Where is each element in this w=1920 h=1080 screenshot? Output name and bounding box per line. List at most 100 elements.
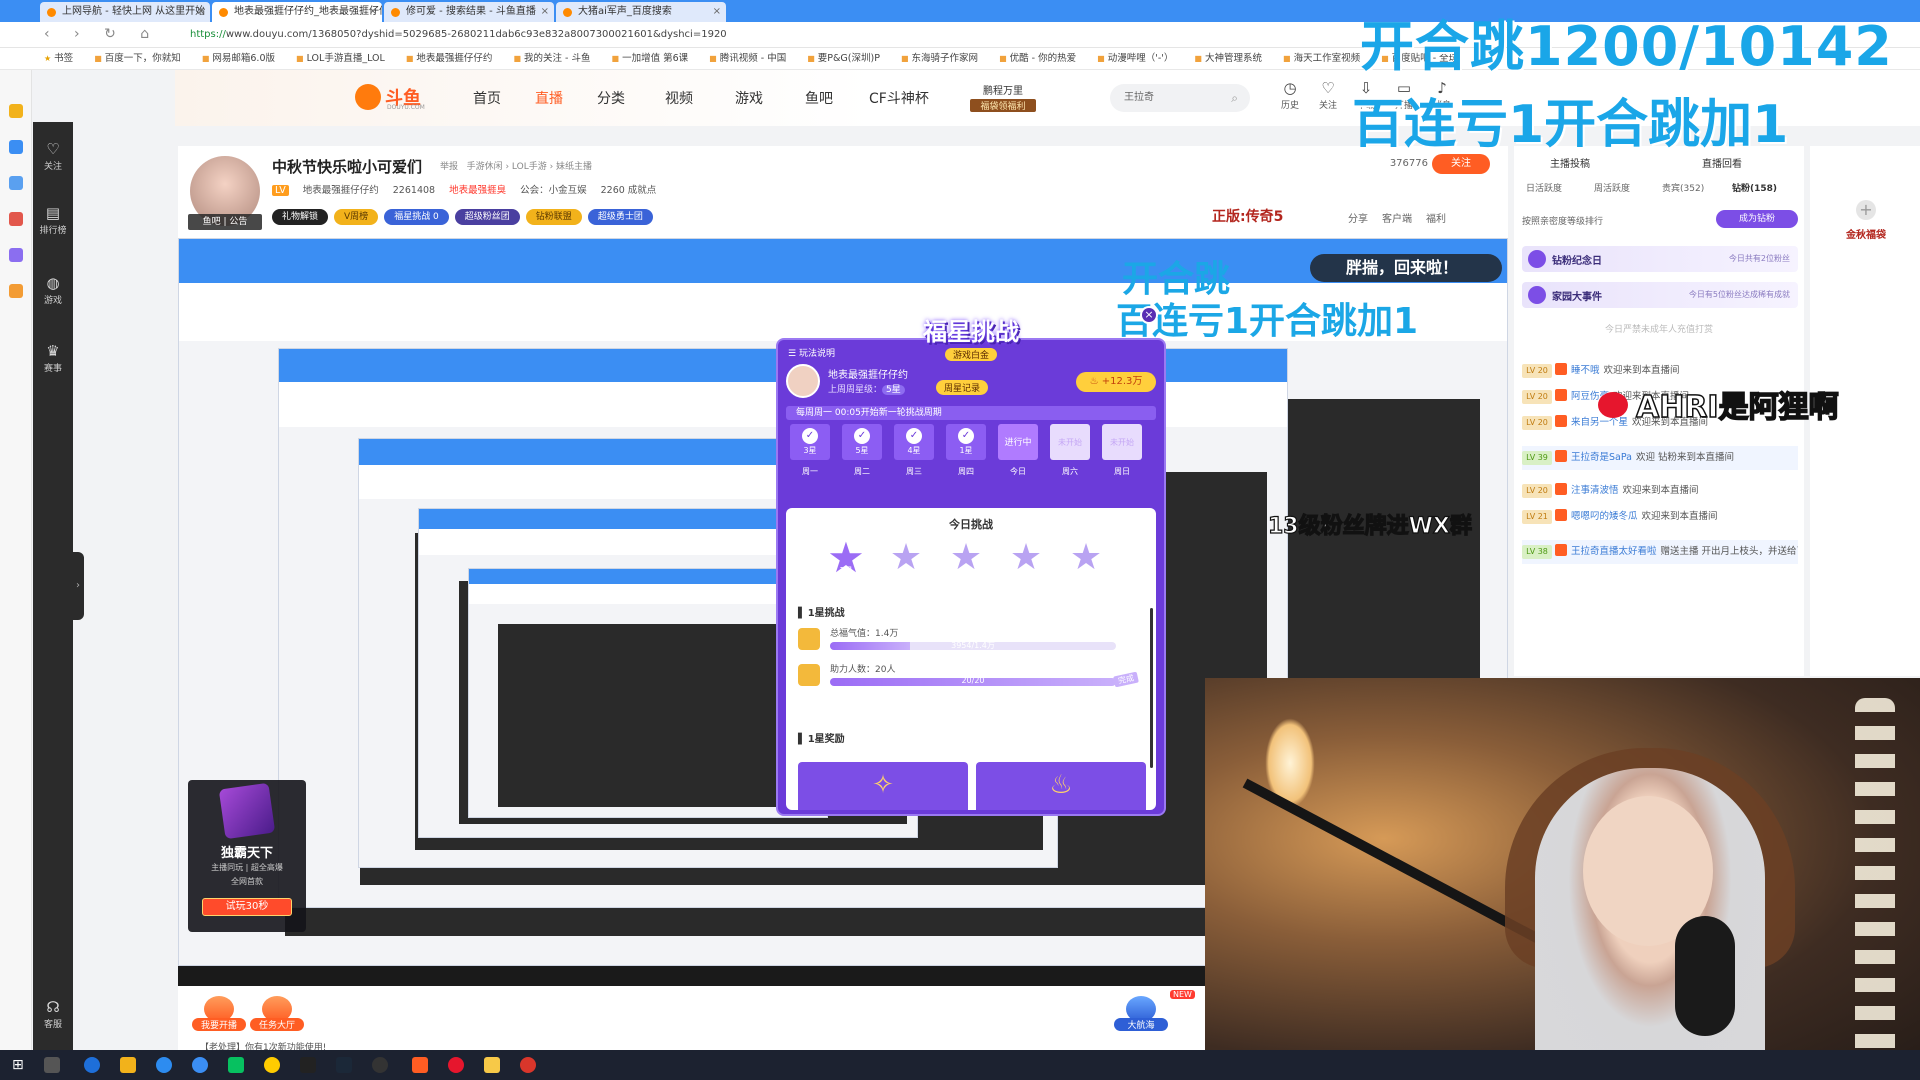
sidebar-item-follow[interactable]: ♡ 关注 [33, 140, 73, 172]
bookmark-item[interactable]: 一加增值 第6课 [612, 48, 688, 69]
nav-cf[interactable]: CF斗神杯 [869, 88, 929, 108]
browser-tab[interactable]: 大猪ai军声_百度搜索 × [556, 2, 726, 22]
share-button[interactable]: 分享 [1348, 214, 1368, 225]
obs-icon[interactable] [372, 1057, 388, 1073]
super-fans-pill[interactable]: 超级粉丝团 [454, 209, 520, 225]
app-icon[interactable] [484, 1057, 500, 1073]
owner-name[interactable]: 地表最强捱仔仔约 [303, 185, 379, 196]
douyu-logo[interactable]: 斗鱼 DOUYU.COM [355, 82, 425, 112]
app-icon[interactable] [9, 140, 23, 154]
tab-diamond-fans[interactable]: 钻粉(158) [1732, 180, 1777, 198]
bookmark-item[interactable]: 动漫哔哩（'-'） [1097, 48, 1174, 69]
browser-tab-active[interactable]: 地表最强捱仔仔约_地表最强捱仔仔约直播间× [212, 2, 382, 22]
gift-unlock-pill[interactable]: 礼物解锁 [272, 209, 329, 225]
search-input[interactable]: 王拉奇 ⌕ [1110, 84, 1250, 112]
voyage-button[interactable]: 大航海 [1114, 996, 1168, 1040]
client-button[interactable]: 客户端 [1382, 214, 1412, 225]
nav-yuba[interactable]: 鱼吧 [805, 88, 833, 108]
sidebar-item-match[interactable]: ♛ 赛事 [33, 342, 73, 374]
diamond-fans-pill[interactable]: 钻粉联盟 [525, 209, 582, 225]
follow-list-button[interactable]: ♡ 关注 [1313, 78, 1343, 111]
app-icon[interactable] [448, 1057, 464, 1073]
add-icon[interactable]: + [1856, 200, 1876, 220]
app-icon[interactable] [9, 284, 23, 298]
bookmark-item[interactable]: 优酷 - 你的热爱 [999, 48, 1076, 69]
folder-icon[interactable] [120, 1057, 136, 1073]
browser-icon[interactable] [192, 1057, 208, 1073]
avatar-tags[interactable]: 鱼吧 | 公告 [188, 214, 262, 230]
become-diamond-button[interactable]: 成为钻粉 [1716, 210, 1798, 228]
nav-video[interactable]: 视频 [665, 88, 693, 108]
close-popup-icon[interactable]: × [1140, 306, 1158, 324]
start-stream-button[interactable]: 我要开播 [192, 996, 246, 1040]
douyu-icon[interactable] [412, 1057, 428, 1073]
star-icon[interactable]: ★ 1星 [826, 537, 866, 579]
bookmark-item[interactable]: 海天工作室视频 [1283, 48, 1361, 69]
report-link[interactable]: 举报 [440, 162, 458, 172]
star-icon[interactable]: ★ 5星 [1066, 538, 1106, 578]
reward-flame-icon[interactable]: ♨ [976, 762, 1146, 810]
bookmark-item[interactable]: LOL手游直播_LOL [296, 48, 385, 69]
nav-live[interactable]: 直播 [535, 88, 563, 108]
try-game-button[interactable]: 试玩30秒 [202, 898, 292, 916]
browser-tab[interactable]: 上网导航 - 轻快上网 从这里开始 × [40, 2, 210, 22]
sidebar-item-service[interactable]: ☊ 客服 [33, 998, 73, 1030]
bookmark-item[interactable]: 腾讯视频 - 中国 [709, 48, 786, 69]
sidebar-item-game[interactable]: ◍ 游戏 [33, 274, 73, 306]
game-widget[interactable]: 独霸天下 主播同玩 | 超全高爆 全网首款 试玩30秒 [188, 780, 306, 932]
app-icon[interactable] [84, 1057, 100, 1073]
close-tab-icon[interactable]: × [541, 2, 549, 22]
star-icon[interactable]: ★ 4星 [1006, 538, 1046, 578]
app-icon[interactable] [520, 1057, 536, 1073]
bookmark-item[interactable]: 百度一下，你就知 [94, 48, 181, 69]
search-icon[interactable]: ⌕ [1231, 84, 1238, 112]
promo-banner[interactable]: 鹏程万里 福袋领福利 [970, 82, 1036, 112]
star-icon[interactable]: ★ 2星 [886, 538, 926, 578]
close-tab-icon[interactable]: × [369, 2, 377, 22]
bookmark-item[interactable]: 我的关注 - 斗鱼 [513, 48, 590, 69]
tab-vip[interactable]: 贵宾(352) [1662, 180, 1704, 198]
app-icon[interactable] [9, 248, 23, 262]
reward-badge-icon[interactable]: ✧ [798, 762, 968, 810]
bookmark-item[interactable]: 东海骑子作家网 [901, 48, 979, 69]
close-tab-icon[interactable]: × [713, 2, 721, 22]
star-record-button[interactable]: 周星记录 [936, 380, 989, 395]
nav-game[interactable]: 游戏 [735, 88, 763, 108]
app-icon[interactable] [9, 212, 23, 226]
close-tab-icon[interactable]: × [197, 2, 205, 22]
bookmark-item[interactable]: 地表最强捱仔仔约 [406, 48, 492, 69]
bookmark-item[interactable]: 书签 [44, 48, 73, 69]
task-view-icon[interactable] [44, 1057, 60, 1073]
game-ad-tag[interactable]: 正版:传奇5 [1212, 206, 1283, 226]
task-hall-button[interactable]: 任务大厅 [250, 996, 304, 1040]
nav-home[interactable]: 首页 [473, 88, 501, 108]
app-icon[interactable] [264, 1057, 280, 1073]
app-icon[interactable] [300, 1057, 316, 1073]
bookmark-item[interactable]: 大神管理系统 [1194, 48, 1262, 69]
rules-link[interactable]: ☰ 玩法说明 [788, 346, 835, 359]
browser-icon[interactable] [156, 1057, 172, 1073]
star-icon[interactable]: ★ 3星 [946, 538, 986, 578]
history-button[interactable]: ◷ 历史 [1275, 78, 1305, 111]
welfare-button[interactable]: 福利 [1426, 214, 1446, 225]
popup-scrollbar[interactable] [1150, 608, 1153, 768]
star-challenge-pill[interactable]: 福星挑战 0 [384, 209, 449, 225]
warrior-pill[interactable]: 超级勇士团 [587, 209, 653, 225]
tab-week-active[interactable]: 周活跃度 [1594, 180, 1630, 198]
tab-day-active[interactable]: 日活跃度 [1526, 180, 1562, 198]
follow-button[interactable]: 关注 [1432, 154, 1490, 174]
bookmark-item[interactable]: 要P&G(深圳)P [807, 48, 880, 69]
windows-icon[interactable]: ⊞ [12, 1057, 24, 1073]
home-event-card[interactable]: 家园大事件 今日有5位粉丝达成稀有成就 [1522, 282, 1798, 308]
nav-category[interactable]: 分类 [597, 88, 625, 108]
wechat-icon[interactable] [228, 1057, 244, 1073]
breadcrumb[interactable]: 手游休闲 › LOL手游 › 妹纸主播 [467, 162, 592, 172]
steam-icon[interactable] [336, 1057, 352, 1073]
nav-buttons[interactable]: ‹ › ↻ ⌂ [44, 26, 159, 42]
app-icon[interactable] [9, 176, 23, 190]
bookmark-item[interactable]: 网易邮箱6.0版 [202, 48, 275, 69]
favorites-icon[interactable] [9, 104, 23, 118]
fan-anniversary-card[interactable]: 钻粉纪念日 今日共有2位粉丝 [1522, 246, 1798, 272]
sidebar-collapse-handle[interactable]: › [72, 552, 84, 620]
browser-tab[interactable]: 修可爱 - 搜索结果 - 斗鱼直播 × [384, 2, 554, 22]
